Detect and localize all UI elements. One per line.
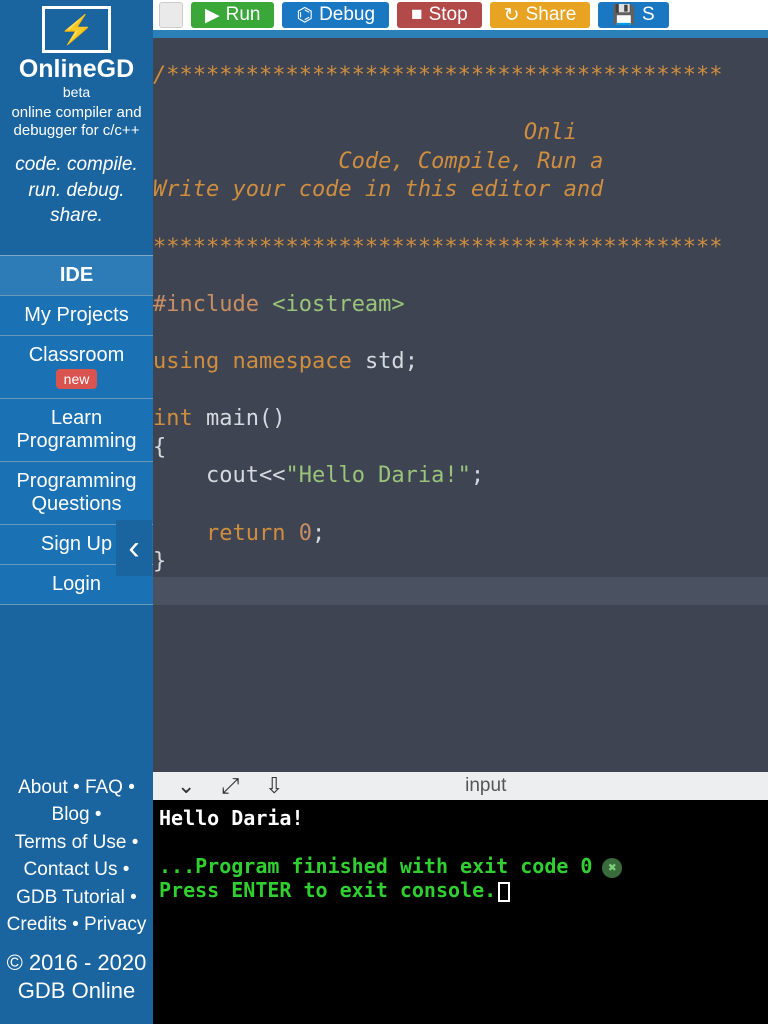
terminal-header: ⌄ ⤢ ⇩ input	[153, 772, 768, 800]
success-icon: ✖	[602, 858, 622, 878]
footer-links: About • FAQ • Blog • Terms of Use • Cont…	[0, 768, 153, 949]
code-line: #include <iostream>	[153, 292, 405, 317]
terminal[interactable]: Hello Daria! ...Program finished with ex…	[153, 800, 768, 1024]
run-label: Run	[226, 4, 261, 26]
tab-strip	[153, 30, 768, 38]
share-button[interactable]: ↻ Share	[490, 2, 591, 28]
link-privacy[interactable]: Privacy	[84, 914, 146, 935]
link-credits[interactable]: Credits	[7, 914, 67, 935]
toolbar: ▶Run ⌬Debug ■Stop ↻Share 💾S	[153, 0, 768, 30]
brand-badge: beta	[0, 84, 153, 100]
stop-label: Stop	[429, 4, 468, 26]
new-file-button[interactable]	[159, 2, 183, 28]
link-terms[interactable]: Terms of Use	[15, 832, 127, 853]
code-editor[interactable]: /***************************************…	[153, 38, 768, 772]
code-line: int main()	[153, 406, 285, 431]
code-line: Code, Compile, Run a	[153, 149, 603, 174]
code-line: }	[153, 549, 166, 574]
motto: code. compile. run. debug. share.	[0, 140, 153, 255]
share-label: Share	[526, 4, 577, 26]
terminal-status-line: ...Program finished with exit code 0	[159, 854, 592, 878]
current-line-highlight	[153, 577, 768, 606]
download-icon[interactable]: ⇩	[265, 773, 283, 799]
code-line: using namespace std;	[153, 349, 418, 374]
terminal-cursor	[498, 882, 510, 902]
nav-classroom-label: Classroom	[29, 344, 125, 366]
debug-icon: ⌬	[296, 4, 313, 27]
code-line: {	[153, 435, 166, 460]
stop-button[interactable]: ■ Stop	[397, 2, 482, 28]
share-icon: ↻	[504, 4, 520, 27]
code-line: /***************************************…	[153, 63, 723, 88]
nav-ide[interactable]: IDE	[0, 256, 153, 296]
code-line: ****************************************…	[153, 235, 723, 260]
logo-area: ⚡ OnlineGD beta	[0, 0, 153, 104]
expand-icon[interactable]: ⤢	[221, 773, 239, 799]
debug-button[interactable]: ⌬ Debug	[282, 2, 389, 28]
run-button[interactable]: ▶ Run	[191, 2, 274, 28]
debug-label: Debug	[319, 4, 375, 26]
sidebar: ⚡ OnlineGD beta online compiler and debu…	[0, 0, 153, 1024]
code-line: cout<<"Hello Daria!";	[153, 463, 484, 488]
save-button[interactable]: 💾S	[598, 2, 668, 28]
badge-new: new	[56, 369, 98, 389]
nav-programming-questions[interactable]: Programming Questions	[0, 462, 153, 525]
link-contact[interactable]: Contact Us	[24, 859, 118, 880]
copyright: © 2016 - 2020 GDB Online	[0, 949, 153, 1024]
save-label: S	[642, 4, 655, 26]
chevron-left-icon: ‹	[128, 529, 139, 568]
stop-icon: ■	[411, 4, 422, 26]
play-icon: ▶	[205, 4, 220, 27]
chevron-down-icon[interactable]: ⌄	[177, 773, 195, 799]
link-blog[interactable]: Blog	[52, 804, 90, 825]
code-line: Write your code in this editor and	[153, 177, 617, 202]
terminal-tab-label[interactable]: input	[283, 775, 768, 797]
link-gdb-tutorial[interactable]: GDB Tutorial	[16, 887, 125, 908]
collapse-sidebar-button[interactable]: ‹	[116, 520, 152, 576]
nav-my-projects[interactable]: My Projects	[0, 296, 153, 336]
save-icon: 💾	[612, 3, 636, 27]
logo-icon: ⚡	[42, 6, 111, 53]
tagline: online compiler and debugger for c/c++	[0, 104, 153, 140]
code-line: return 0;	[153, 521, 325, 546]
link-faq[interactable]: FAQ	[85, 777, 123, 798]
code-line: Onli	[153, 120, 577, 145]
brand-name: OnlineGD	[0, 55, 153, 84]
nav-classroom[interactable]: Classroom new	[0, 336, 153, 399]
terminal-prompt-line: Press ENTER to exit console.	[159, 878, 496, 902]
terminal-output-line: Hello Daria!	[159, 806, 762, 830]
nav-learn-programming[interactable]: Learn Programming	[0, 399, 153, 462]
link-about[interactable]: About	[18, 777, 68, 798]
